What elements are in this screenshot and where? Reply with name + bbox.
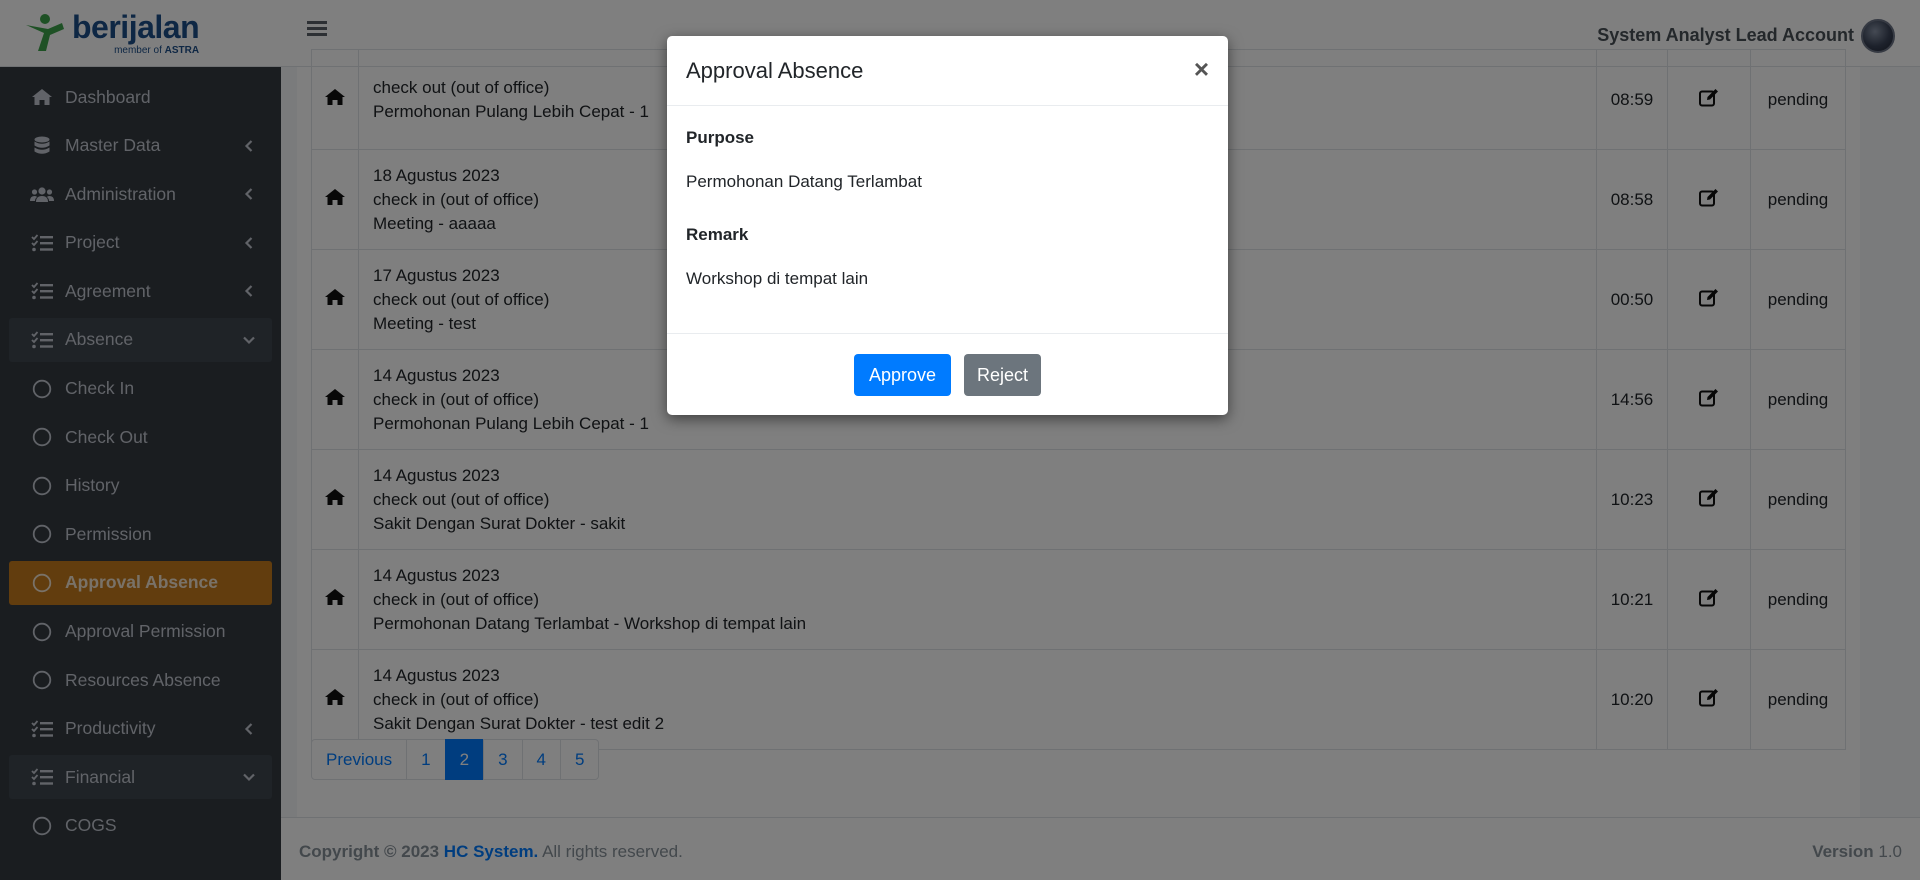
reject-button[interactable]: Reject [964,354,1041,396]
modal-title: Approval Absence [686,58,864,83]
approve-button[interactable]: Approve [854,354,951,396]
modal-body: Purpose Permohonan Datang Terlambat Rema… [667,106,1228,334]
purpose-label: Purpose [686,128,755,147]
remark-value: Workshop di tempat lain [686,269,869,288]
purpose-value: Permohonan Datang Terlambat [686,172,922,191]
close-icon[interactable]: × [1194,56,1209,82]
remark-label: Remark [686,225,749,244]
approval-absence-modal: Approval Absence × Purpose Permohonan Da… [667,36,1228,415]
modal-header: Approval Absence × [667,36,1228,106]
